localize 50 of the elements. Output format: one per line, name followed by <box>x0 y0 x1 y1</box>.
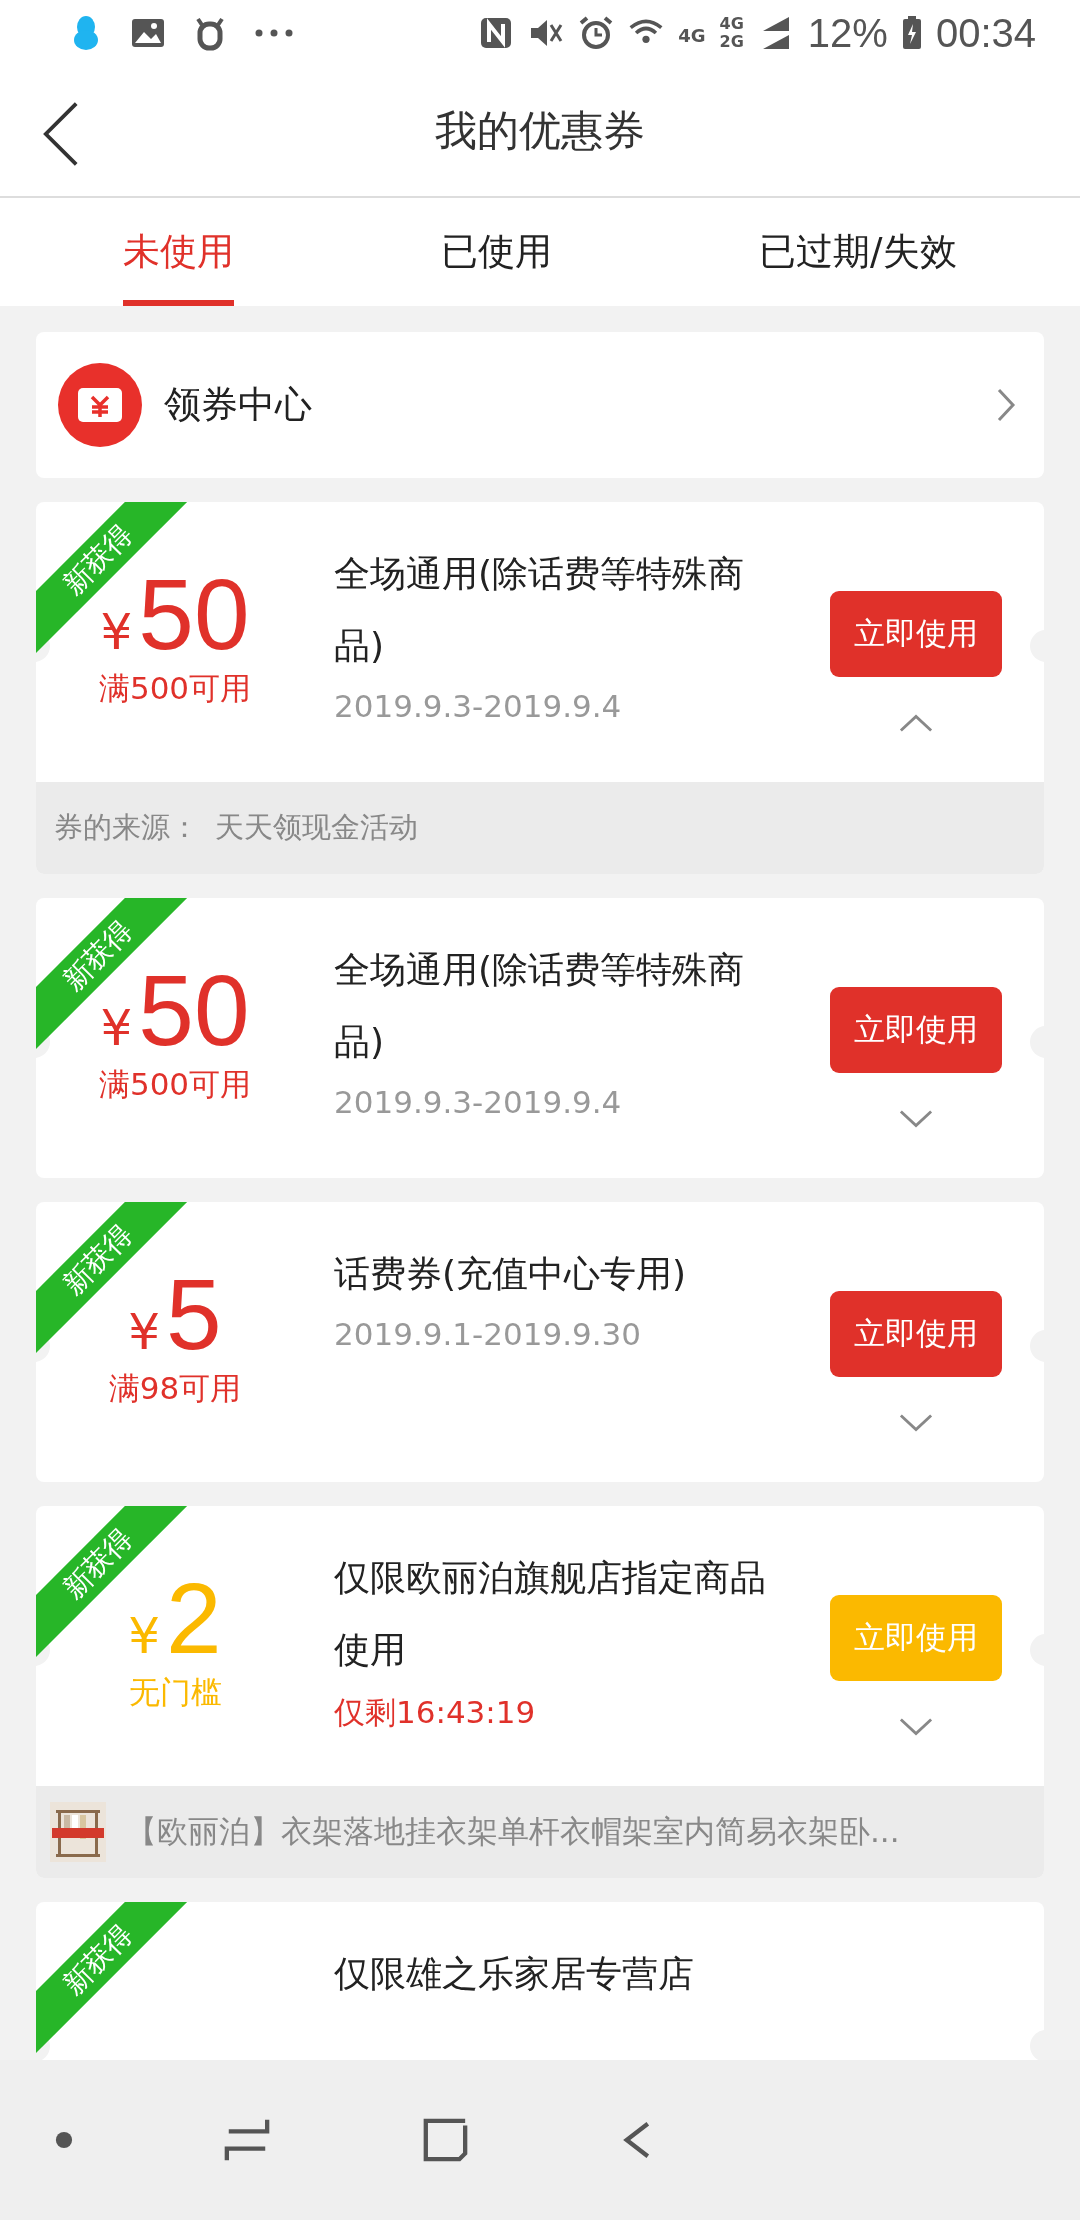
currency-symbol: ¥ <box>128 1607 161 1665</box>
coupon-title: 全场通用(除话费等特殊商品) <box>334 948 746 1064</box>
coupon-center-label: 领券中心 <box>164 382 313 428</box>
dot-icon[interactable] <box>55 2131 73 2149</box>
clock-time: 00:34 <box>935 10 1036 56</box>
coupon-title: 话费券(充值中心专用) <box>334 1252 688 1296</box>
coupon-amount: 50 <box>138 958 250 1062</box>
battery-percent: 12% <box>807 10 888 56</box>
currency-symbol: ¥ <box>100 603 133 661</box>
validity-date: 2019.9.1-2019.9.30 <box>334 1316 642 1352</box>
network-label: 2G <box>719 33 744 51</box>
currency-symbol: ¥ <box>128 1303 161 1361</box>
use-now-button[interactable]: 立即使用 <box>830 591 1002 677</box>
coupon-center-card[interactable]: 领券中心 <box>36 332 1044 478</box>
tab[interactable]: 未使用 <box>123 198 235 306</box>
ticket-icon <box>58 363 142 447</box>
battery-icon <box>901 15 922 51</box>
validity-date: 2019.9.3-2019.9.4 <box>334 688 623 724</box>
source-label: 券的来源： <box>54 809 199 846</box>
source-value: 天天领现金活动 <box>215 809 418 846</box>
network-label: 4G <box>678 24 706 46</box>
countdown-text: 仅剩16:43:19 <box>334 1693 537 1732</box>
tab[interactable]: 已过期/失效 <box>759 198 957 306</box>
coupon-condition: 无门槛 <box>128 1673 222 1712</box>
chevron-right-icon <box>996 387 1016 423</box>
coupon-condition: 满98可用 <box>108 1369 242 1408</box>
product-name: 【欧丽泊】衣架落地挂衣架单杆衣帽架室内简易衣架卧... <box>126 1812 900 1851</box>
chevron-down-icon[interactable] <box>899 1109 933 1129</box>
coupon-condition: 满500可用 <box>98 1065 252 1104</box>
validity-date: 2019.9.3-2019.9.4 <box>334 1084 623 1120</box>
chevron-down-icon[interactable] <box>899 1413 933 1433</box>
coupon-condition: 满500可用 <box>98 669 252 708</box>
use-now-button[interactable]: 立即使用 <box>830 1291 1002 1377</box>
coupon-title: 仅限雄之乐家居专营店 <box>334 1952 695 1996</box>
network-label: 4G <box>719 15 744 33</box>
alarm-clock-icon <box>578 15 615 51</box>
home-icon[interactable] <box>421 2116 469 2164</box>
back-icon[interactable] <box>42 100 80 168</box>
coupon-amount: 50 <box>138 562 250 666</box>
coupon-amount: 2 <box>166 1566 222 1670</box>
coupon-title: 全场通用(除话费等特殊商品) <box>334 552 746 668</box>
chevron-up-icon[interactable] <box>899 713 933 733</box>
tab[interactable]: 已使用 <box>441 198 553 306</box>
currency-symbol: ¥ <box>100 999 133 1057</box>
coupon-amount: 5 <box>166 1262 222 1366</box>
chevron-down-icon[interactable] <box>899 1717 933 1737</box>
more-icon <box>254 29 294 37</box>
page-title: 我的优惠券 <box>435 105 645 157</box>
use-now-button[interactable]: 立即使用 <box>830 987 1002 1073</box>
coupon-title: 仅限欧丽泊旗舰店指定商品使用 <box>334 1556 767 1672</box>
